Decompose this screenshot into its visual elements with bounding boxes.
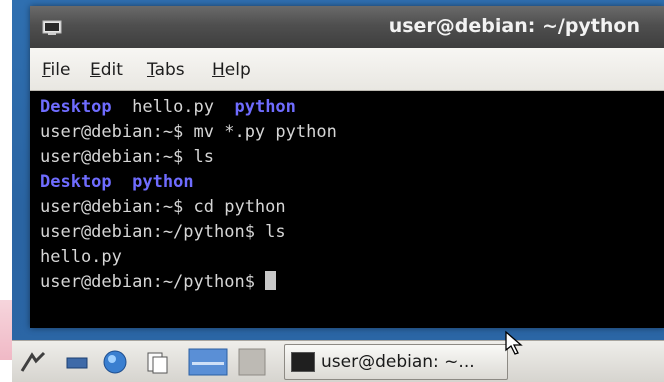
terminal-text: user@debian:~$ cd python bbox=[40, 197, 286, 217]
terminal-text: user@debian:~$ mv *.py python bbox=[40, 122, 337, 142]
menu-file[interactable]: File bbox=[42, 60, 70, 80]
terminal-window-icon[interactable] bbox=[42, 20, 62, 36]
start-menu-icon[interactable] bbox=[18, 347, 48, 377]
workspace-1-icon[interactable] bbox=[188, 347, 228, 377]
terminal-area[interactable]: Desktop hello.py python user@debian:~$ mv… bbox=[30, 91, 664, 328]
task-button-terminal[interactable]: user@debian: ~... bbox=[284, 344, 508, 380]
terminal-line: user@debian:~/python$ ls bbox=[40, 220, 337, 245]
menu-edit[interactable]: Edit bbox=[90, 60, 123, 80]
task-button-label: user@debian: ~... bbox=[321, 352, 475, 372]
mouse-pointer-icon bbox=[505, 330, 523, 355]
terminal-line: user@debian:~$ ls bbox=[40, 145, 337, 170]
terminal-text: hello.py bbox=[111, 97, 235, 117]
terminal-text: hello.py bbox=[40, 247, 122, 267]
directory-name: Desktop bbox=[40, 97, 112, 117]
terminal-window: user@debian: ~/python File Edit Tabs Hel… bbox=[30, 6, 664, 328]
terminal-output: Desktop hello.py python user@debian:~$ mv… bbox=[40, 95, 337, 295]
show-desktop-icon[interactable] bbox=[62, 347, 92, 377]
terminal-line: user@debian:~$ mv *.py python bbox=[40, 120, 337, 145]
terminal-line: user@debian:~$ cd python bbox=[40, 195, 337, 220]
terminal-line: user@debian:~/python$ bbox=[40, 270, 337, 295]
terminal-cursor bbox=[265, 271, 277, 290]
directory-name: python bbox=[234, 97, 296, 117]
directory-name: Desktop bbox=[40, 172, 112, 192]
menu-help[interactable]: Help bbox=[212, 60, 251, 80]
taskbar: user@debian: ~... bbox=[12, 340, 664, 382]
terminal-line: Desktop python bbox=[40, 170, 337, 195]
directory-name: python bbox=[132, 172, 194, 192]
menu-tabs[interactable]: Tabs bbox=[147, 60, 185, 80]
title-bar[interactable]: user@debian: ~/python bbox=[30, 6, 664, 48]
file-manager-icon[interactable] bbox=[142, 347, 172, 377]
terminal-line: hello.py bbox=[40, 245, 337, 270]
window-title: user@debian: ~/python bbox=[388, 15, 640, 37]
terminal-task-icon bbox=[291, 352, 315, 372]
terminal-text: user@debian:~$ ls bbox=[40, 147, 214, 167]
terminal-text: user@debian:~/python$ bbox=[40, 272, 266, 292]
web-browser-icon[interactable] bbox=[100, 347, 130, 377]
menu-bar: File Edit Tabs Help bbox=[30, 48, 664, 91]
workspace-2-icon[interactable] bbox=[238, 347, 266, 377]
terminal-line: Desktop hello.py python bbox=[40, 95, 337, 120]
terminal-text: user@debian:~/python$ ls bbox=[40, 222, 286, 242]
